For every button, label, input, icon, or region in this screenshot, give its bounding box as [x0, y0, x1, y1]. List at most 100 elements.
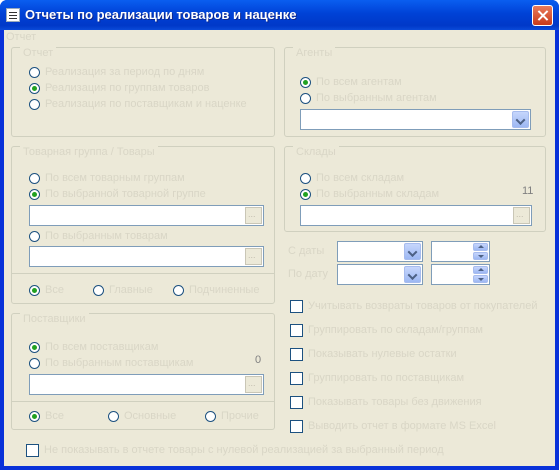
- goods-all-radio[interactable]: [29, 172, 40, 184]
- goods-legend: Товарная группа / Товары: [20, 146, 158, 158]
- goods-sub-label-2: Главные: [109, 284, 153, 296]
- stores-legend: Склады: [293, 146, 339, 158]
- goods-all-label: По всем товарным группам: [45, 172, 185, 184]
- option-checkbox-6-box[interactable]: [290, 419, 303, 433]
- goods-sub-radio-3[interactable]: [173, 284, 184, 296]
- report-option-3[interactable]: Реализация по поставщикам и наценке: [29, 97, 247, 111]
- option-checkbox-4[interactable]: Группировать по поставщикам: [290, 371, 464, 385]
- suppliers-sub-option-3[interactable]: Прочие: [205, 409, 259, 423]
- suppliers-selected-option[interactable]: По выбранным поставщикам: [29, 356, 193, 370]
- stores-selected-label: По выбранным складам: [316, 188, 440, 200]
- goods-group-field[interactable]: [29, 205, 264, 226]
- suppliers-sub-label-3: Прочие: [221, 410, 259, 422]
- goods-items-field[interactable]: [29, 246, 264, 267]
- option-checkbox-1-box[interactable]: [290, 299, 303, 313]
- report-option-1-radio[interactable]: [29, 66, 40, 78]
- stores-all-radio[interactable]: [300, 172, 311, 184]
- goods-group-option[interactable]: По выбранной товарной группе: [29, 187, 206, 201]
- time-to-spinner[interactable]: [431, 264, 490, 285]
- suppliers-browse-icon[interactable]: [245, 376, 262, 393]
- bottom-checkbox[interactable]: Не показывать в отчете товары с нулевой …: [26, 443, 444, 457]
- suppliers-sub-label-2: Основные: [124, 410, 177, 422]
- suppliers-selected-radio[interactable]: [29, 357, 40, 369]
- suppliers-sub-radio-1[interactable]: [29, 410, 40, 422]
- goods-sub-radio-2[interactable]: [93, 284, 104, 296]
- goods-items-label: По выбранным товарам: [45, 230, 168, 242]
- option-checkbox-4-box[interactable]: [290, 371, 303, 385]
- goods-group: Товарная группа / Товары По всем товарны…: [11, 146, 275, 304]
- date-to-label: По дату: [288, 268, 329, 280]
- stores-field[interactable]: [300, 205, 532, 226]
- stores-selected-radio[interactable]: [300, 188, 311, 200]
- report-option-1-label: Реализация за период по дням: [45, 66, 205, 78]
- suppliers-separator: [12, 401, 274, 402]
- goods-group-browse-icon[interactable]: [245, 207, 262, 224]
- suppliers-all-option[interactable]: По всем поставщикам: [29, 340, 158, 354]
- goods-sub-radio-1[interactable]: [29, 284, 40, 296]
- report-caption: Отчет: [6, 31, 37, 43]
- suppliers-sub-option-1[interactable]: Все: [29, 409, 64, 423]
- option-checkbox-6[interactable]: Выводить отчет в формате MS Excel: [290, 419, 496, 433]
- suppliers-field[interactable]: [29, 374, 264, 395]
- stores-all-option[interactable]: По всем складам: [300, 171, 404, 185]
- goods-items-radio[interactable]: [29, 230, 40, 242]
- goods-sub-option-2[interactable]: Главные: [93, 283, 153, 297]
- suppliers-group: Поставщики По всем поставщикам По выбран…: [11, 313, 275, 430]
- goods-sub-option-3[interactable]: Подчиненные: [173, 283, 259, 297]
- time-from-spin-icon[interactable]: [473, 243, 488, 260]
- goods-group-label: По выбранной товарной группе: [45, 188, 206, 200]
- agents-combo-chevron-down-icon[interactable]: [512, 111, 529, 128]
- bottom-checkbox-label: Не показывать в отчете товары с нулевой …: [44, 444, 444, 456]
- option-checkbox-5[interactable]: Показывать товары без движения: [290, 395, 482, 409]
- agents-legend: Агенты: [293, 47, 336, 59]
- goods-items-browse-icon[interactable]: [245, 248, 262, 265]
- report-option-2[interactable]: Реализация по группам товаров: [29, 81, 210, 95]
- agents-selected-label: По выбранным агентам: [316, 92, 437, 104]
- option-checkbox-3-label: Показывать нулевые остатки: [308, 348, 457, 360]
- bottom-checkbox-box[interactable]: [26, 443, 39, 457]
- suppliers-sub-option-2[interactable]: Основные: [108, 409, 176, 423]
- agents-combo[interactable]: [300, 109, 531, 130]
- close-button[interactable]: [532, 5, 553, 26]
- agents-all-radio[interactable]: [300, 76, 311, 88]
- app-icon: [6, 8, 20, 22]
- option-checkbox-5-label: Показывать товары без движения: [308, 396, 482, 408]
- agents-all-label: По всем агентам: [316, 76, 402, 88]
- option-checkbox-2-box[interactable]: [290, 323, 303, 337]
- goods-items-option[interactable]: По выбранным товарам: [29, 229, 168, 243]
- option-checkbox-2[interactable]: Группировать по складам/группам: [290, 323, 483, 337]
- goods-all-option[interactable]: По всем товарным группам: [29, 171, 185, 185]
- option-checkbox-2-label: Группировать по складам/группам: [308, 324, 483, 336]
- option-checkbox-3-box[interactable]: [290, 347, 303, 361]
- option-checkbox-3[interactable]: Показывать нулевые остатки: [290, 347, 457, 361]
- time-to-spin-icon[interactable]: [473, 266, 488, 283]
- date-from-combo[interactable]: [337, 241, 423, 262]
- option-checkbox-1[interactable]: Учитывать возвраты товаров от покупателе…: [290, 299, 538, 313]
- option-checkbox-4-label: Группировать по поставщикам: [308, 372, 465, 384]
- date-to-combo[interactable]: [337, 264, 423, 285]
- title-bar[interactable]: Отчеты по реализации товаров и наценке: [0, 0, 559, 30]
- date-from-label: С даты: [288, 245, 325, 257]
- time-from-spinner[interactable]: [431, 241, 490, 262]
- report-option-3-radio[interactable]: [29, 98, 40, 110]
- agents-selected-radio[interactable]: [300, 92, 311, 104]
- suppliers-sub-radio-3[interactable]: [205, 410, 216, 422]
- goods-sub-option-1[interactable]: Все: [29, 283, 64, 297]
- stores-selected-option[interactable]: По выбранным складам: [300, 187, 439, 201]
- stores-browse-icon[interactable]: [513, 207, 530, 224]
- goods-sub-label-3: Подчиненные: [189, 284, 260, 296]
- report-option-1[interactable]: Реализация за период по дням: [29, 65, 204, 79]
- agents-selected-option[interactable]: По выбранным агентам: [300, 91, 437, 105]
- goods-group-radio[interactable]: [29, 188, 40, 200]
- suppliers-sub-radio-2[interactable]: [108, 410, 119, 422]
- option-checkbox-5-box[interactable]: [290, 395, 303, 409]
- option-checkbox-1-label: Учитывать возвраты товаров от покупателе…: [308, 300, 538, 312]
- agents-group: Агенты По всем агентам По выбранным аген…: [284, 47, 546, 137]
- date-from-chevron-down-icon[interactable]: [404, 243, 421, 260]
- report-option-2-radio[interactable]: [29, 82, 40, 94]
- suppliers-legend: Поставщики: [20, 313, 89, 325]
- suppliers-all-radio[interactable]: [29, 341, 40, 353]
- agents-all-option[interactable]: По всем агентам: [300, 75, 402, 89]
- stores-count: 11: [522, 185, 534, 197]
- date-to-chevron-down-icon[interactable]: [404, 266, 421, 283]
